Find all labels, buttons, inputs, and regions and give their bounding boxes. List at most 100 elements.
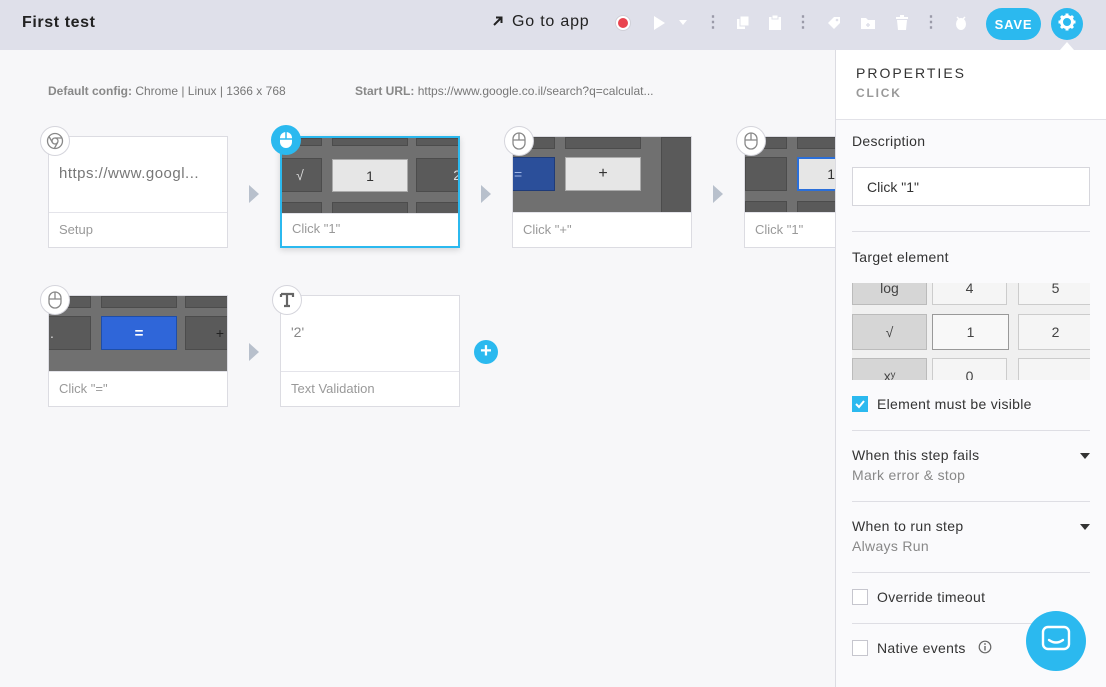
panel-title: PROPERTIES (856, 65, 966, 81)
start-url: Start URL: https://www.google.co.il/sear… (355, 84, 653, 98)
target-key-4: 4 (932, 283, 1007, 305)
add-folder-icon[interactable] (859, 14, 877, 32)
chat-launcher-button[interactable] (1026, 611, 1086, 671)
record-icon[interactable] (614, 14, 632, 32)
more-icon[interactable]: ⋮ (922, 14, 940, 32)
step-click-equals[interactable]: . = + Click "=" (48, 295, 228, 407)
more-icon[interactable]: ⋮ (794, 14, 812, 32)
divider (852, 572, 1090, 573)
step-thumbnail: = + (513, 137, 691, 212)
step-label: Click "=" (59, 381, 108, 396)
dropdown-caret-icon[interactable] (676, 14, 690, 32)
visible-checkbox[interactable] (852, 396, 868, 412)
thumb-key-1: 1 (332, 159, 408, 192)
description-label: Description (852, 133, 926, 149)
step-thumbnail: √ 1 2 (282, 138, 458, 213)
play-icon[interactable] (650, 14, 668, 32)
info-icon[interactable] (978, 640, 992, 659)
target-key-2: 2 (1018, 314, 1090, 350)
step-validation-preview: '2' (291, 324, 305, 340)
native-events-label: Native events (877, 640, 966, 656)
run-step-value[interactable]: Always Run (852, 538, 929, 554)
thumb-key-dot: . (49, 316, 91, 350)
more-icon[interactable]: ⋮ (704, 14, 722, 32)
chat-icon (1041, 625, 1071, 658)
target-key-sqrt: √ (852, 314, 927, 350)
tag-icon[interactable] (825, 14, 843, 32)
panel-pointer (1060, 42, 1074, 50)
step-click-plus[interactable]: = + Click "+" (512, 136, 692, 248)
thumb-key-plus: + (185, 316, 227, 350)
thumb-key-equals: = (101, 316, 177, 350)
step-label: Click "+" (523, 222, 572, 237)
native-events-checkbox[interactable] (852, 640, 868, 656)
copy-icon[interactable] (734, 14, 752, 32)
step-click-1[interactable]: √ 1 2 Click "1" (280, 136, 460, 248)
step-divider (281, 371, 459, 372)
chevron-down-icon[interactable] (1080, 453, 1090, 459)
start-url-label: Start URL: (355, 84, 415, 98)
step-label: Setup (59, 222, 93, 237)
default-config-value[interactable]: Chrome | Linux | 1366 x 768 (135, 84, 285, 98)
step-setup-preview: https://www.googl... (59, 165, 200, 182)
target-key-log: log (852, 283, 927, 305)
divider (852, 231, 1090, 232)
add-step-button[interactable]: + (474, 340, 498, 364)
step-label: Click "1" (755, 222, 804, 237)
run-step-label[interactable]: When to run step (852, 518, 963, 534)
step-setup[interactable]: https://www.googl... Setup (48, 136, 228, 248)
visible-label: Element must be visible (877, 396, 1032, 412)
divider (852, 623, 1042, 624)
target-element-label: Target element (852, 249, 949, 265)
divider (852, 501, 1090, 502)
step-thumbnail: . = + (49, 296, 227, 371)
override-timeout-label: Override timeout (877, 589, 986, 605)
step-divider (745, 212, 835, 213)
fail-behavior-value[interactable]: Mark error & stop (852, 467, 965, 483)
target-key-1: 1 (932, 314, 1009, 350)
go-to-app-link[interactable]: Go to app (492, 13, 589, 31)
paste-icon[interactable] (766, 14, 784, 32)
settings-button[interactable] (1051, 8, 1083, 40)
top-bar: First test Go to app ⋮ ⋮ ⋮ SAVE (0, 0, 1106, 50)
default-config: Default config: Chrome | Linux | 1366 x … (48, 84, 286, 98)
panel-subtitle: CLICK (856, 86, 902, 100)
panel-header: PROPERTIES CLICK (836, 50, 1106, 120)
target-element-preview[interactable]: log 4 5 √ 1 2 xʸ 0 (852, 283, 1090, 380)
properties-panel: PROPERTIES CLICK Description Target elem… (835, 50, 1106, 687)
gear-icon (1058, 13, 1076, 36)
thumb-key-sqrt: √ (282, 158, 322, 192)
text-icon (272, 285, 302, 315)
go-to-app-arrow-icon (492, 14, 504, 30)
mouse-icon (271, 125, 301, 155)
thumb-key-equals: = (513, 157, 555, 191)
step-text-validation[interactable]: '2' Text Validation (280, 295, 460, 407)
check-icon (855, 400, 865, 409)
chevron-down-icon[interactable] (1080, 524, 1090, 530)
step-connector-arrow (249, 185, 259, 203)
divider (852, 430, 1090, 431)
trash-icon[interactable] (893, 14, 911, 32)
target-key-0: 0 (932, 358, 1007, 380)
step-divider (49, 212, 227, 213)
target-key-5: 5 (1018, 283, 1090, 305)
save-button[interactable]: SAVE (986, 8, 1041, 40)
thumb-key-2: 2 (416, 158, 458, 192)
step-connector-arrow (249, 343, 259, 361)
thumb-key-plus: + (565, 157, 641, 191)
step-connector-arrow (713, 185, 723, 203)
mouse-icon (504, 126, 534, 156)
go-to-app-label: Go to app (512, 13, 590, 30)
description-input[interactable] (852, 167, 1090, 206)
override-timeout-checkbox[interactable] (852, 589, 868, 605)
step-connector-arrow (481, 185, 491, 203)
start-url-value[interactable]: https://www.google.co.il/search?q=calcul… (418, 84, 654, 98)
default-config-label: Default config: (48, 84, 132, 98)
mouse-icon (736, 126, 766, 156)
fail-behavior-label[interactable]: When this step fails (852, 447, 979, 463)
chrome-icon (40, 126, 70, 156)
mouse-icon (40, 285, 70, 315)
thumb-key-1: 1 (797, 157, 835, 191)
test-title[interactable]: First test (22, 14, 96, 32)
bug-icon[interactable] (952, 14, 970, 32)
